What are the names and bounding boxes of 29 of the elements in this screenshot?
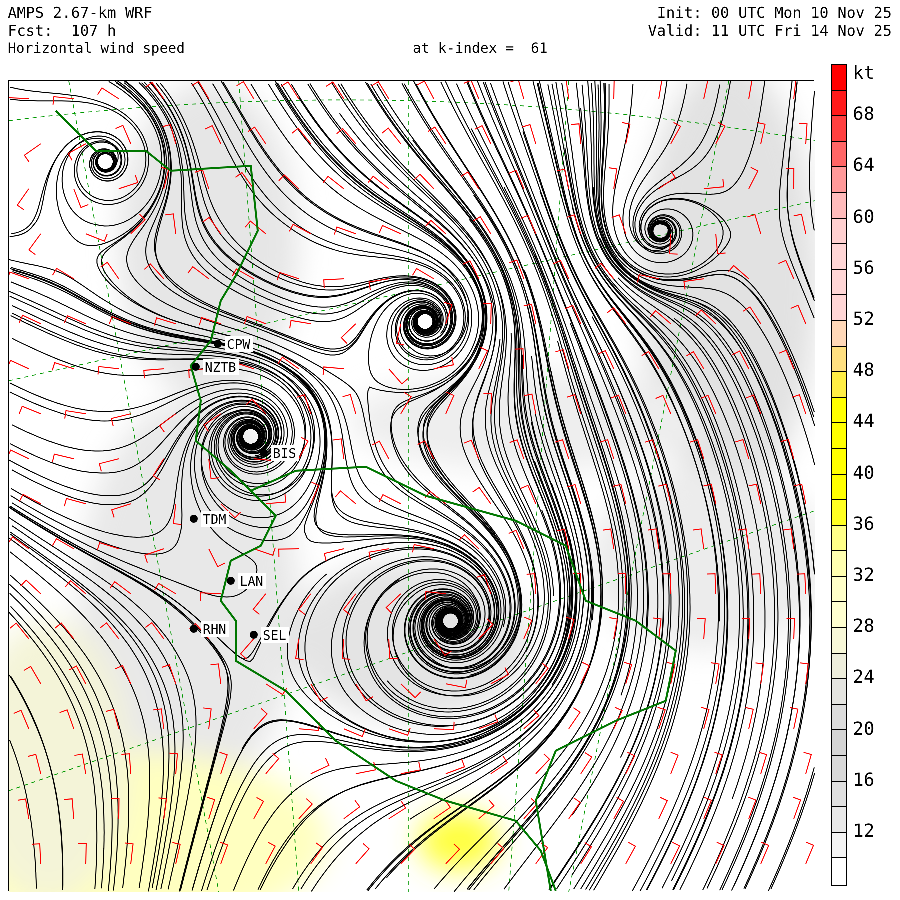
scale-label: 44 xyxy=(853,412,875,432)
scale-label: 60 xyxy=(853,208,875,228)
scale-label: 36 xyxy=(853,514,875,535)
scale-label: 56 xyxy=(853,258,875,279)
field-name: Horizontal wind speed xyxy=(8,40,186,58)
station-label: RHN xyxy=(203,623,226,638)
scale-label: 28 xyxy=(853,617,875,638)
scale-label: 20 xyxy=(853,720,875,740)
model-title: AMPS 2.67-km WRF xyxy=(8,4,152,22)
station-label: NZTB xyxy=(205,361,236,376)
station-label: SEL xyxy=(263,629,286,644)
station-label: LAN xyxy=(240,575,264,590)
init-time: Init: 00 UTC Mon 10 Nov 25 xyxy=(657,4,892,22)
forecast-hour: Fcst: 107 h xyxy=(8,22,116,40)
scale-label: 48 xyxy=(853,361,875,382)
station-label: CPW xyxy=(227,338,250,353)
station-label: BIS xyxy=(273,447,296,462)
scale-label: 12 xyxy=(853,822,875,842)
scale-label: 52 xyxy=(853,310,875,330)
unit-label: kt xyxy=(853,64,875,84)
scale-label: 24 xyxy=(853,668,875,688)
scale-label: 64 xyxy=(853,156,875,176)
scale-label: 16 xyxy=(853,770,875,791)
level-label: at k-index = 61 xyxy=(413,40,548,58)
valid-time: Valid: 11 UTC Fri 14 Nov 25 xyxy=(648,22,892,40)
scale-label: 40 xyxy=(853,464,875,484)
scale-label: 68 xyxy=(853,105,875,126)
station-label: TDM xyxy=(203,513,226,528)
scale-label: 32 xyxy=(853,566,875,586)
